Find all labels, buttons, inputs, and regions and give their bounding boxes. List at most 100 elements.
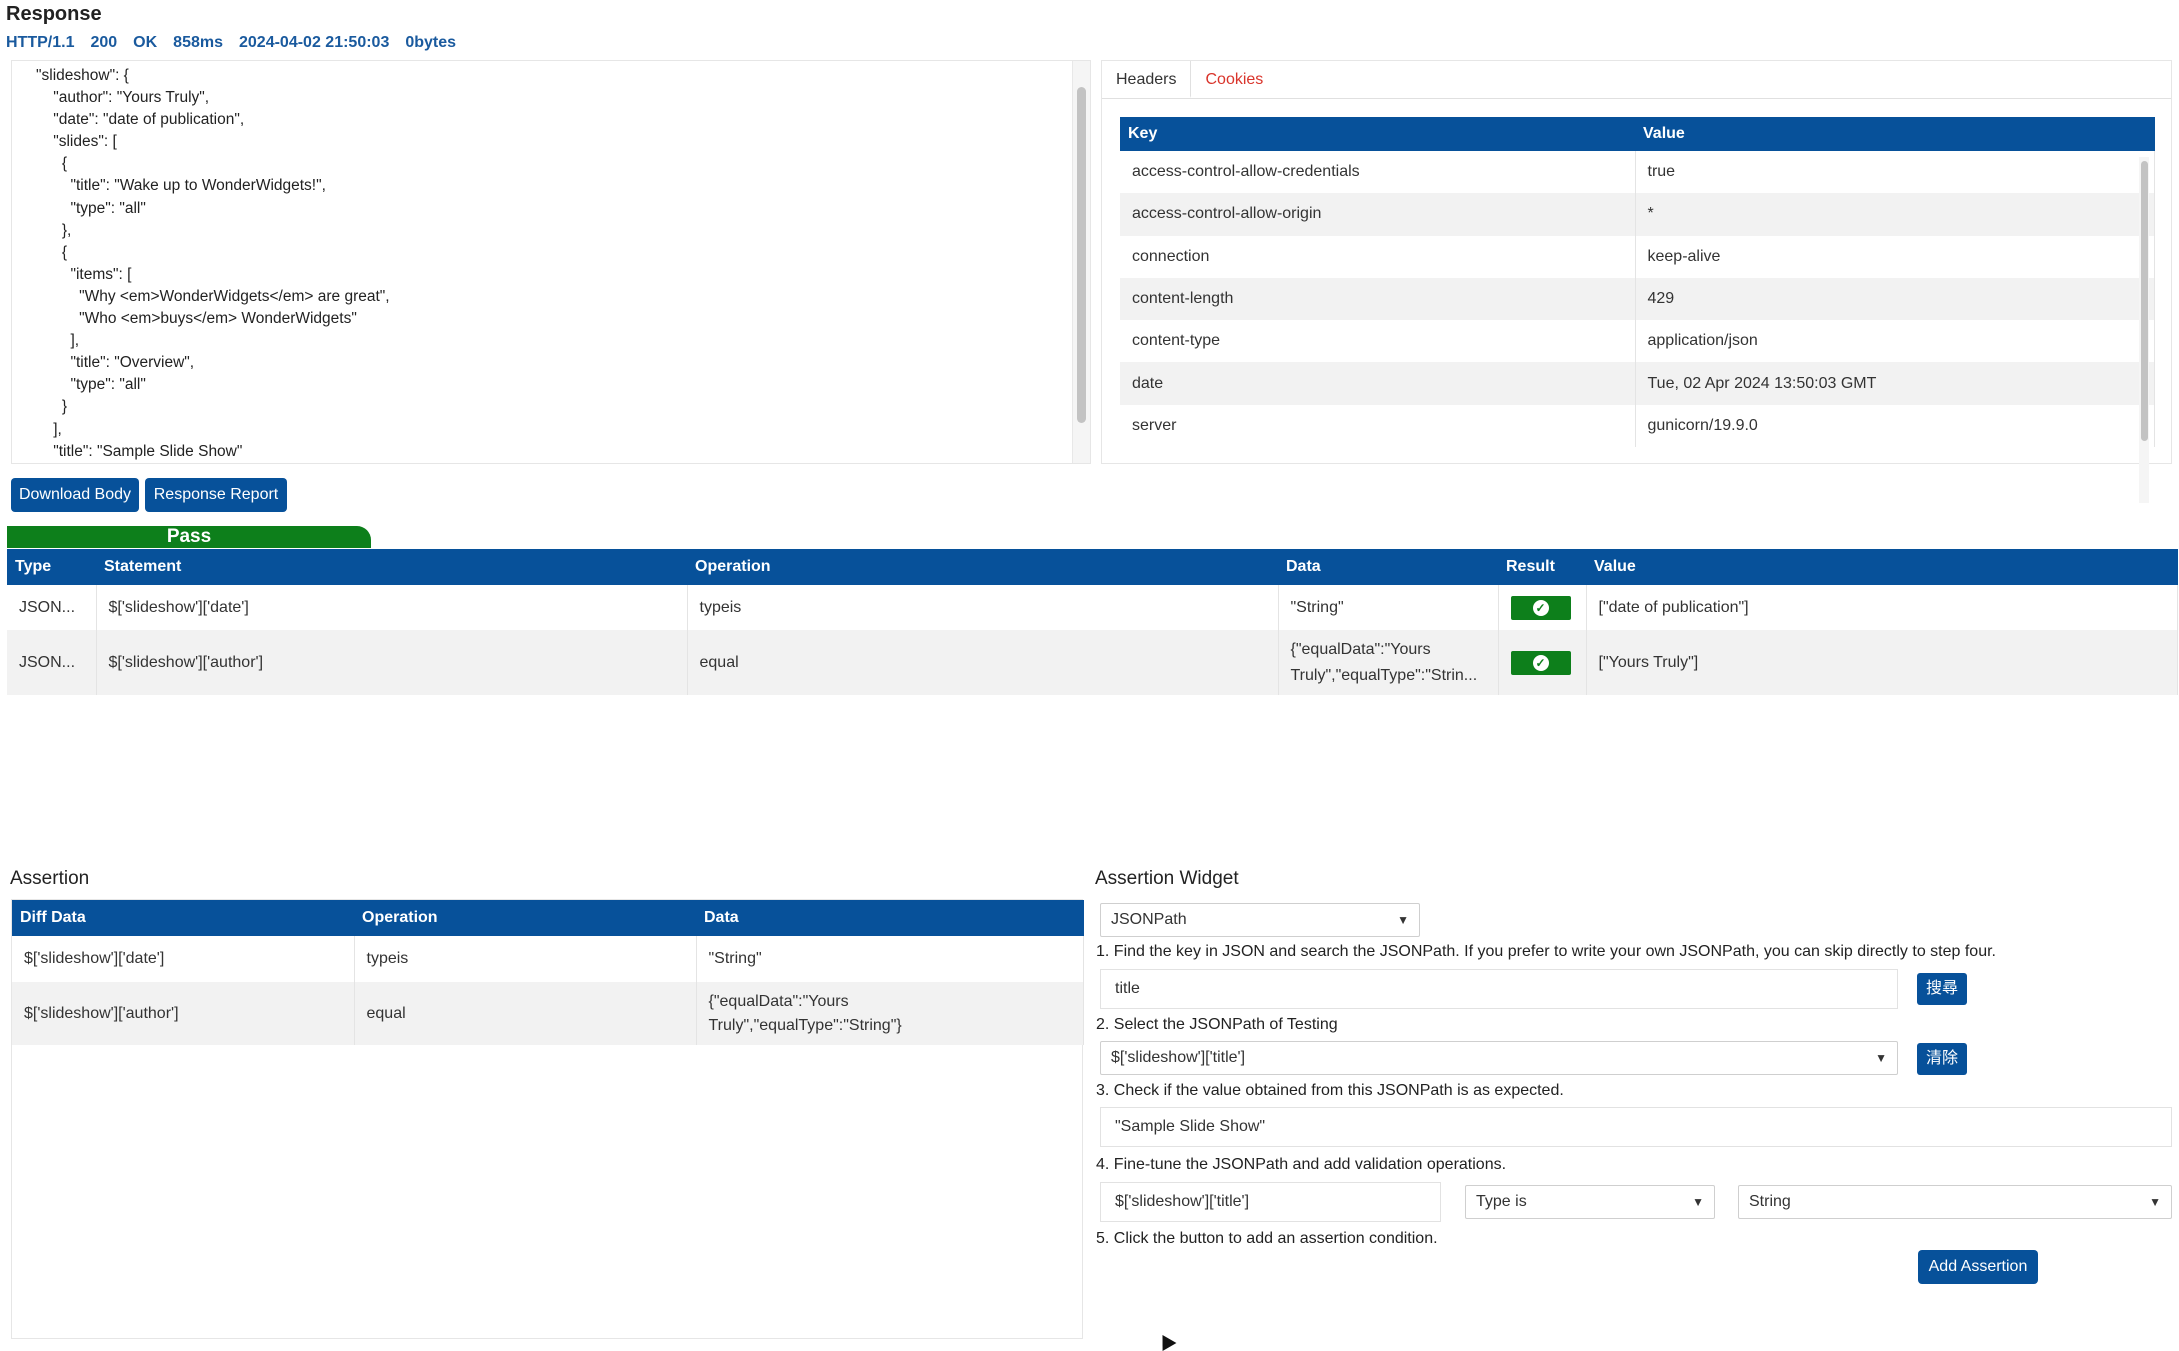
col-operation: Operation <box>354 900 696 936</box>
result-type: JSON... <box>7 585 97 630</box>
search-button[interactable]: 搜尋 <box>1917 973 1967 1005</box>
widget-title: Assertion Widget <box>1095 868 1239 889</box>
chevron-down-icon: ▼ <box>1692 1195 1704 1209</box>
result-status: ✓ <box>1498 585 1587 630</box>
assertion-data: "String" <box>696 936 1084 982</box>
step-5-text: 5. Click the button to add an assertion … <box>1096 1230 1438 1247</box>
table-row: date Tue, 02 Apr 2024 13:50:03 GMT <box>1120 362 2155 405</box>
table-row: connection keep-alive <box>1120 235 2155 278</box>
pass-status-bar: Pass <box>7 526 371 548</box>
step-1-text: 1. Find the key in JSON and search the J… <box>1096 943 1996 960</box>
result-value: ["date of publication"] <box>1586 585 2178 630</box>
table-row: access-control-allow-origin * <box>1120 193 2155 236</box>
result-status: ✓ <box>1498 630 1587 695</box>
assertion-data: {"equalData":"Yours Truly","equalType":"S… <box>696 982 1084 1045</box>
response-body-panel[interactable]: "slideshow": { "author": "Yours Truly", … <box>11 60 1091 464</box>
header-value: application/json <box>1635 320 2155 363</box>
mouse-cursor-icon <box>1155 1330 1177 1351</box>
assertion-operation: typeis <box>354 936 697 982</box>
step-4-text: 4. Fine-tune the JSONPath and add valida… <box>1096 1156 1507 1173</box>
check-circle-icon: ✓ <box>1532 599 1549 616</box>
header-value: true <box>1635 151 2155 194</box>
header-key: content-type <box>1120 320 1636 363</box>
status-datetime: 2024-04-02 21:50:03 <box>239 34 390 51</box>
assertion-type-select[interactable]: JSONPath ▼ <box>1100 903 1420 937</box>
assertion-title: Assertion <box>10 868 90 889</box>
table-row: content-length 429 <box>1120 277 2155 321</box>
result-data: "String" <box>1278 585 1499 630</box>
assertion-type-value: JSONPath <box>1111 911 1187 928</box>
assertion-diff: $['slideshow']['author'] <box>12 982 355 1045</box>
value-type-select[interactable]: String ▼ <box>1738 1185 2172 1219</box>
result-operation: typeis <box>687 585 1279 630</box>
response-body-text: "slideshow": { "author": "Yours Truly", … <box>36 67 390 460</box>
table-row: content-type application/json <box>1120 320 2155 363</box>
status-code: 200 <box>90 34 118 51</box>
header-key: server <box>1120 404 1636 448</box>
value-type-select-value: String <box>1749 1193 1791 1210</box>
assertion-operation: equal <box>354 982 697 1045</box>
tab-cookies[interactable]: Cookies <box>1191 61 1277 98</box>
table-row: access-control-allow-credentials true <box>1120 151 2155 194</box>
header-key: connection <box>1120 235 1636 278</box>
header-key: date <box>1120 362 1636 405</box>
status-text: OK <box>133 34 158 51</box>
status-size: 0bytes <box>405 34 457 51</box>
jsonpath-select[interactable]: $['slideshow']['title'] ▼ <box>1100 1041 1898 1075</box>
result-data: {"equalData":"Yours Truly","equalType":"S… <box>1278 630 1499 695</box>
header-value: keep-alive <box>1635 235 2155 278</box>
result-statement: $['slideshow']['date'] <box>96 585 688 630</box>
download-body-button[interactable]: Download Body <box>11 478 139 512</box>
result-data-line: {"equalData":"Yours <box>1290 640 1431 658</box>
header-value: * <box>1635 193 2155 236</box>
chevron-down-icon: ▼ <box>1397 913 1409 927</box>
result-type: JSON... <box>7 630 97 695</box>
assertion-data-line: Truly","equalType":"String"} <box>708 1016 902 1034</box>
col-statement: Statement <box>96 549 687 585</box>
chevron-down-icon: ▼ <box>2149 1195 2161 1209</box>
col-operation: Operation <box>687 549 1278 585</box>
col-diff-data: Diff Data <box>12 900 354 936</box>
header-key: access-control-allow-origin <box>1120 193 1636 236</box>
headers-panel: Headers Cookies Key Value access-control… <box>1101 60 2172 503</box>
col-key: Key <box>1120 117 1635 151</box>
col-value: Value <box>1586 549 2178 585</box>
header-value: 429 <box>1635 277 2155 321</box>
headers-scrollbar[interactable] <box>2139 157 2149 503</box>
result-data-line: Truly","equalType":"Strin... <box>1290 666 1478 684</box>
operation-select-value: Type is <box>1476 1193 1527 1210</box>
pass-badge: ✓ <box>1510 650 1571 675</box>
jsonpath-input[interactable]: $['slideshow']['title'] <box>1100 1182 1441 1222</box>
headers-scrollbar-thumb[interactable] <box>2141 161 2148 441</box>
header-key: content-length <box>1120 277 1636 321</box>
col-value: Value <box>1635 117 2155 151</box>
col-result: Result <box>1498 549 1586 585</box>
assertion-data-line: {"equalData":"Yours <box>708 992 849 1010</box>
result-statement: $['slideshow']['author'] <box>96 630 688 695</box>
step-3-text: 3. Check if the value obtained from this… <box>1096 1082 1564 1099</box>
response-report-button[interactable]: Response Report <box>145 478 287 512</box>
assertion-table: Diff Data Operation Data $['slideshow'][… <box>12 900 1084 1045</box>
col-data: Data <box>696 900 1084 936</box>
table-row[interactable]: $['slideshow']['date'] typeis "String" <box>12 936 1084 982</box>
body-scrollbar-thumb[interactable] <box>1077 87 1086 423</box>
assertion-diff: $['slideshow']['date'] <box>12 936 355 982</box>
search-input[interactable]: title <box>1100 969 1898 1009</box>
operation-select[interactable]: Type is ▼ <box>1465 1185 1715 1219</box>
status-time: 858ms <box>173 34 223 51</box>
headers-tabs: Headers Cookies <box>1102 61 2171 99</box>
check-circle-icon: ✓ <box>1532 654 1549 671</box>
step-2-text: 2. Select the JSONPath of Testing <box>1096 1016 1338 1033</box>
header-key: access-control-allow-credentials <box>1120 151 1636 194</box>
body-scrollbar[interactable] <box>1072 61 1090 463</box>
assertion-panel: Diff Data Operation Data $['slideshow'][… <box>11 899 1084 1339</box>
table-row: JSON... $['slideshow']['author'] equal {… <box>7 630 2178 695</box>
table-row[interactable]: $['slideshow']['author'] equal {"equalDa… <box>12 982 1084 1045</box>
col-type: Type <box>7 549 96 585</box>
chevron-down-icon: ▼ <box>1875 1051 1887 1065</box>
add-assertion-button[interactable]: Add Assertion <box>1918 1250 2038 1284</box>
expected-value-field[interactable]: "Sample Slide Show" <box>1100 1107 2172 1147</box>
tab-headers[interactable]: Headers <box>1102 61 1192 98</box>
status-bar: HTTP/1.1 200 OK 858ms 2024-04-02 21:50:0… <box>6 34 456 52</box>
clear-button[interactable]: 清除 <box>1917 1043 1967 1075</box>
